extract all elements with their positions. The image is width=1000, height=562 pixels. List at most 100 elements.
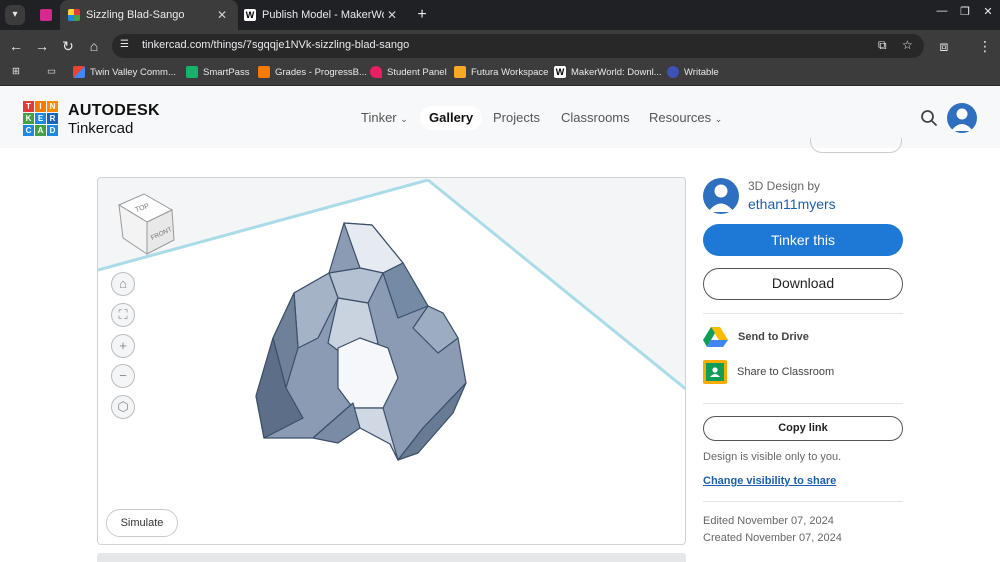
bookmark-label: Twin Valley Comm... [90, 66, 176, 78]
model-viewer[interactable]: TOP FRONT ⌂ ⛶ + − ⬡ Simulate [97, 177, 686, 545]
orbit-icon[interactable]: ⬡ [111, 395, 135, 419]
tinkercad-favicon [68, 9, 80, 21]
restore-icon[interactable]: ❐ [955, 5, 975, 18]
tinker-this-button[interactable]: Tinker this [703, 224, 903, 256]
bookmark-item[interactable]: Writable [667, 66, 719, 78]
bookmark-item[interactable]: SmartPass [186, 66, 249, 78]
brand-tinkercad: Tinkercad [68, 120, 134, 137]
user-icon [708, 184, 734, 212]
google-classroom-icon [703, 360, 727, 384]
nav-classrooms[interactable]: Classrooms [561, 106, 630, 130]
simulate-button[interactable]: Simulate [106, 509, 178, 537]
design-by-label: 3D Design by [748, 179, 821, 193]
close-tab-icon[interactable]: ✕ [214, 8, 230, 22]
logo-tile: N [47, 101, 58, 112]
share-to-classroom-label: Share to Classroom [737, 366, 835, 378]
url-text[interactable]: tinkercad.com/things/7sgqqje1NVk-sizzlin… [142, 39, 409, 51]
apps-icon[interactable]: ⊞ [12, 66, 20, 77]
author-avatar[interactable] [703, 178, 739, 214]
menu-icon[interactable]: ⋮ [975, 36, 995, 56]
edited-date: Edited November 07, 2024 [703, 515, 834, 527]
tab-title: Sizzling Blad-Sango [86, 9, 185, 21]
close-window-icon[interactable]: ✕ [978, 5, 998, 18]
forward-button[interactable]: → [32, 36, 52, 56]
zoom-out-icon[interactable]: − [111, 364, 135, 388]
hidden-button-edge [810, 138, 902, 153]
bookmark-item[interactable]: Futura Workspace [454, 66, 548, 78]
logo-tile: R [47, 113, 58, 124]
bookmark-item[interactable]: Twin Valley Comm... [73, 66, 176, 78]
home-view-icon[interactable]: ⌂ [111, 272, 135, 296]
bookmark-star-icon[interactable]: ☆ [902, 38, 913, 52]
home-button[interactable]: ⌂ [84, 36, 104, 56]
fit-view-icon[interactable]: ⛶ [111, 303, 135, 327]
bookmarks-bar: ⊞ ▭ Twin Valley Comm... SmartPass Grades… [0, 62, 1000, 86]
gmail-icon [73, 66, 85, 78]
bookmark-item[interactable]: Grades - ProgressB... [258, 66, 367, 78]
student-panel-icon [370, 66, 382, 78]
google-drive-icon [703, 327, 728, 347]
divider [703, 501, 903, 502]
chevron-down-icon: ⌄ [400, 114, 408, 124]
copy-link-button[interactable]: Copy link [703, 416, 903, 441]
logo-tile: C [23, 125, 34, 136]
address-bar: ← → ↻ ⌂ ☰ tinkercad.com/things/7sgqqje1N… [0, 30, 1000, 62]
omnibox[interactable]: ☰ tinkercad.com/things/7sgqqje1NVk-sizzl… [112, 34, 924, 58]
bookmark-item[interactable]: Student Panel [370, 66, 447, 78]
bookmark-label: Grades - ProgressB... [275, 66, 367, 78]
bookmark-item[interactable]: W MakerWorld: Downl... [554, 66, 662, 78]
nav-gallery[interactable]: Gallery [420, 106, 483, 130]
tab-inactive[interactable]: W Publish Model - MakerWorld ✕ [238, 0, 408, 30]
divider [703, 313, 903, 314]
brand-autodesk: AUTODESK [68, 102, 160, 119]
next-section-strip [97, 553, 686, 562]
tab-active[interactable]: Sizzling Blad-Sango ✕ [60, 0, 238, 30]
visibility-note: Design is visible only to you. [703, 451, 842, 463]
writable-icon [667, 66, 679, 78]
smartpass-icon [186, 66, 198, 78]
send-to-drive-button[interactable]: Send to Drive [703, 326, 809, 348]
share-to-classroom-button[interactable]: Share to Classroom [703, 360, 834, 384]
site-info-icon[interactable]: ☰ [120, 39, 134, 53]
search-icon[interactable] [920, 109, 938, 127]
back-button[interactable]: ← [6, 36, 26, 56]
logo-tile: K [23, 113, 34, 124]
logo-tile: A [35, 125, 46, 136]
download-button[interactable]: Download [703, 268, 903, 300]
nav-tinker[interactable]: Tinker ⌄ [361, 106, 408, 130]
view-cube[interactable]: TOP FRONT [114, 190, 184, 260]
tab-title: Publish Model - MakerWorld [262, 9, 384, 21]
created-date: Created November 07, 2024 [703, 532, 842, 544]
tab-search-button[interactable]: ▾ [5, 5, 25, 25]
bookmark-label: MakerWorld: Downl... [571, 66, 662, 78]
user-avatar[interactable] [947, 103, 977, 133]
nav-label: Tinker [361, 110, 397, 125]
reload-button[interactable]: ↻ [58, 36, 78, 56]
bookmark-label: SmartPass [203, 66, 250, 78]
zoom-in-icon[interactable]: + [111, 334, 135, 358]
cast-icon[interactable]: ⧉ [878, 38, 887, 53]
bookmark-label: Student Panel [387, 66, 447, 78]
makerworld-favicon: W [244, 9, 256, 21]
browser-tab-bar: ▾ Sizzling Blad-Sango ✕ W Publish Model … [0, 0, 1000, 30]
close-tab-icon[interactable]: ✕ [384, 8, 400, 22]
pinned-tab[interactable] [32, 0, 60, 30]
change-visibility-link[interactable]: Change visibility to share [703, 475, 836, 487]
logo-tile: E [35, 113, 46, 124]
folder-icon[interactable]: ▭ [47, 66, 56, 77]
logo-tile: D [47, 125, 58, 136]
nav-label: Resources [649, 110, 712, 125]
futura-icon [454, 66, 466, 78]
minimize-icon[interactable]: — [932, 5, 952, 17]
nav-resources[interactable]: Resources ⌄ [649, 106, 722, 130]
author-link[interactable]: ethan11myers [748, 196, 836, 212]
chevron-down-icon: ⌄ [714, 114, 723, 124]
viewer-canvas[interactable] [98, 178, 686, 545]
logo-tile: T [23, 101, 34, 112]
tinkercad-logo[interactable]: T I N K E R C A D [23, 101, 59, 136]
extensions-icon[interactable]: ⧈ [934, 36, 954, 56]
logo-tile: I [35, 101, 46, 112]
nav-projects[interactable]: Projects [493, 106, 540, 130]
bookmark-label: Writable [684, 66, 719, 78]
new-tab-button[interactable]: + [412, 5, 432, 25]
